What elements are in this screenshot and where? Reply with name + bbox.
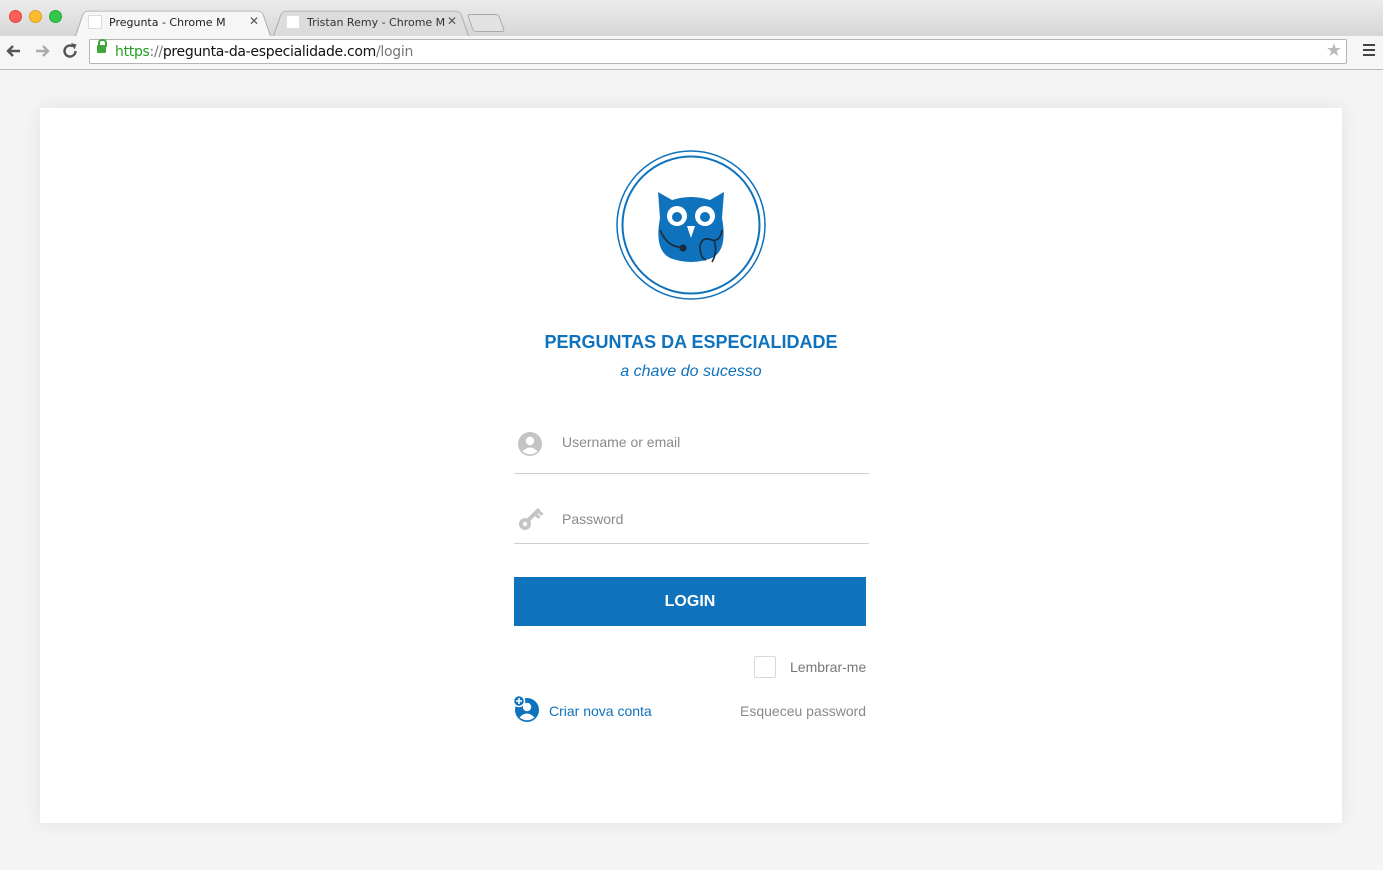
- url-text: https://pregunta-da-especialidade.com/lo…: [115, 44, 414, 60]
- tab-title: Tristan Remy - Chrome M: [307, 16, 445, 29]
- user-circle-icon: [518, 432, 542, 456]
- reload-icon[interactable]: [60, 41, 80, 61]
- lock-icon: [97, 39, 107, 53]
- star-icon[interactable]: ★: [1326, 40, 1342, 61]
- browser-tab-active[interactable]: Pregunta - Chrome M ✕: [75, 8, 271, 36]
- brand-tagline: a chave do sucesso: [620, 363, 762, 380]
- browser-titlebar: Pregunta - Chrome M ✕ Tristan Remy - Chr…: [0, 0, 1383, 36]
- key-icon: [519, 508, 543, 530]
- new-tab-button[interactable]: [466, 14, 506, 32]
- password-input[interactable]: [562, 505, 852, 533]
- tab-close-icon[interactable]: ✕: [249, 14, 259, 28]
- back-arrow-icon[interactable]: [4, 41, 24, 61]
- remember-me-checkbox[interactable]: [754, 656, 776, 678]
- username-input[interactable]: [562, 428, 852, 456]
- username-field: [514, 420, 869, 474]
- tab-close-icon[interactable]: ✕: [447, 14, 457, 28]
- remember-me-label[interactable]: Lembrar-me: [790, 659, 866, 675]
- login-button[interactable]: LOGIN: [514, 577, 866, 626]
- add-user-icon[interactable]: [513, 695, 541, 723]
- tab-favicon-icon: [88, 15, 102, 29]
- brand-title: PERGUNTAS DA ESPECIALIDADE: [544, 332, 838, 352]
- minimize-window-button[interactable]: [29, 10, 42, 23]
- hamburger-menu-icon[interactable]: [1363, 44, 1375, 56]
- tab-title: Pregunta - Chrome M: [109, 16, 226, 29]
- password-field: [514, 497, 869, 544]
- address-bar[interactable]: https://pregunta-da-especialidade.com/lo…: [89, 39, 1347, 64]
- create-account-link[interactable]: Criar nova conta: [549, 703, 652, 719]
- forward-arrow-icon[interactable]: [32, 41, 52, 61]
- browser-toolbar: https://pregunta-da-especialidade.com/lo…: [0, 36, 1383, 70]
- forgot-password-link[interactable]: Esqueceu password: [740, 703, 866, 719]
- browser-tab[interactable]: Tristan Remy - Chrome M ✕: [273, 8, 469, 36]
- zoom-window-button[interactable]: [49, 10, 62, 23]
- tab-favicon-icon: [286, 15, 300, 29]
- close-window-button[interactable]: [9, 10, 22, 23]
- owl-logo-icon: [616, 150, 766, 300]
